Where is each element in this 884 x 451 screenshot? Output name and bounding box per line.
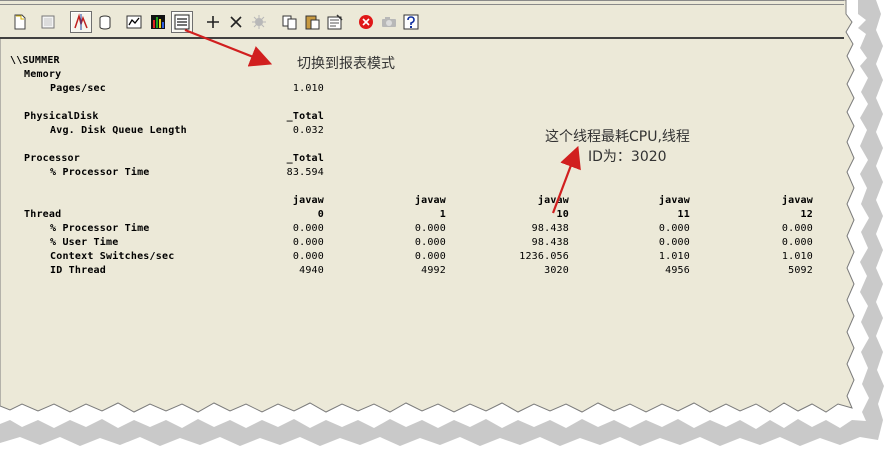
thread-parent: javaw (658, 195, 690, 206)
thread-instance: 10 (556, 209, 569, 220)
copy-properties-icon[interactable] (282, 14, 298, 30)
thread-parent: javaw (537, 195, 569, 206)
thread-value: 4992 (421, 265, 446, 276)
thread-value: 0.000 (292, 223, 324, 234)
thread-counter-label: % User Time (50, 237, 119, 248)
toolbar (0, 0, 844, 39)
highlight-icon[interactable] (251, 14, 267, 30)
disk-counter: Avg. Disk Queue Length (50, 125, 187, 136)
disk-object: PhysicalDisk (24, 111, 99, 122)
computer-name: \\SUMMER (10, 55, 60, 66)
report-view: \\SUMMER Memory Pages/sec 1.010 Physical… (0, 50, 844, 290)
thread-parent: javaw (292, 195, 324, 206)
update-data-icon[interactable] (381, 14, 397, 30)
thread-counter-label: ID Thread (50, 265, 106, 276)
screenshot-frame: \\SUMMER Memory Pages/sec 1.010 Physical… (0, 0, 884, 451)
thread-object: Thread (24, 209, 62, 220)
annotation-cpu-line2: ID为：3020 (588, 149, 667, 165)
add-counter-icon[interactable] (205, 14, 221, 30)
properties-icon[interactable] (327, 14, 343, 30)
thread-counter-label: % Processor Time (50, 223, 150, 234)
help-icon[interactable] (403, 14, 419, 30)
delete-counter-icon[interactable] (228, 14, 244, 30)
memory-counter: Pages/sec (50, 83, 106, 94)
view-report-icon[interactable] (171, 11, 193, 33)
thread-value: 98.438 (531, 223, 569, 234)
thread-value: 98.438 (531, 237, 569, 248)
thread-counter-label: Context Switches/sec (50, 251, 175, 262)
thread-value: 0.000 (292, 237, 324, 248)
thread-parent: javaw (414, 195, 446, 206)
freeze-display-icon[interactable] (358, 14, 374, 30)
disk-instance: _Total (286, 111, 324, 122)
paste-counter-list-icon[interactable] (305, 14, 321, 30)
thread-parent: javaw (781, 195, 813, 206)
thread-value: 5092 (788, 265, 813, 276)
view-current-activity-icon[interactable] (70, 11, 92, 33)
thread-value: 0.000 (658, 223, 690, 234)
view-graph-icon[interactable] (126, 14, 142, 30)
thread-value: 4956 (665, 265, 690, 276)
thread-value: 0.000 (414, 251, 446, 262)
thread-instance: 12 (800, 209, 813, 220)
thread-instance: 1 (439, 209, 446, 220)
new-counter-set-icon[interactable] (12, 14, 28, 30)
annotation-cpu-line1: 这个线程最耗CPU,线程 (545, 129, 690, 145)
memory-object: Memory (24, 69, 62, 80)
thread-value: 1236.056 (519, 251, 569, 262)
processor-object: Processor (24, 153, 80, 164)
processor-counter: % Processor Time (50, 167, 150, 178)
thread-instance: 11 (677, 209, 690, 220)
thread-value: 0.000 (414, 223, 446, 234)
processor-value: 83.594 (286, 167, 324, 178)
processor-instance: _Total (286, 153, 324, 164)
thread-value: 0.000 (414, 237, 446, 248)
view-histogram-icon[interactable] (150, 14, 166, 30)
thread-value: 0.000 (658, 237, 690, 248)
view-log-data-icon[interactable] (97, 14, 113, 30)
thread-value: 0.000 (781, 237, 813, 248)
thread-value: 0.000 (781, 223, 813, 234)
thread-value: 1.010 (781, 251, 813, 262)
annotation-report-mode: 切换到报表模式 (297, 56, 395, 72)
memory-value: 1.010 (292, 83, 324, 94)
thread-value: 1.010 (658, 251, 690, 262)
thread-value: 3020 (544, 265, 569, 276)
thread-value: 0.000 (292, 251, 324, 262)
thread-value: 4940 (299, 265, 324, 276)
clear-display-icon[interactable] (40, 14, 56, 30)
thread-instance: 0 (317, 209, 324, 220)
disk-value: 0.032 (292, 125, 324, 136)
